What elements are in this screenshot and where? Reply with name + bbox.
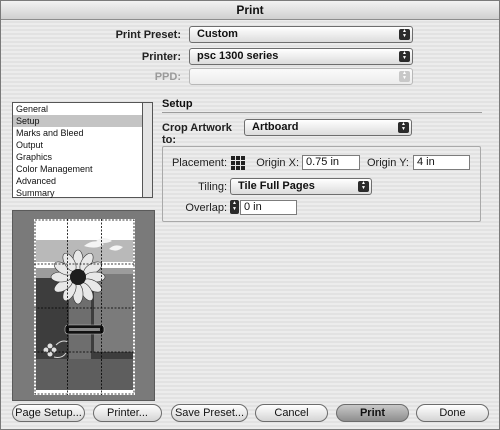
origin-x-label: Origin X: [256,157,299,169]
origin-x-field[interactable]: 0.75 in [302,155,360,170]
popup-arrows-icon: ▲ ▼ [399,29,410,40]
crop-artwork-value: Artboard [252,121,299,133]
save-preset-button[interactable]: Save Preset... [171,404,248,422]
printer-popup[interactable]: psc 1300 series ▲ ▼ [189,48,413,65]
setup-section-title: Setup [162,98,193,110]
placement-label: Placement: [171,157,227,169]
print-preset-label: Print Preset: [115,29,181,41]
cancel-button[interactable]: Cancel [255,404,328,422]
popup-arrows-icon: ▲ ▼ [398,122,409,133]
preview-artwork [34,219,135,395]
tiling-value: Tile Full Pages [238,180,315,192]
category-item-advanced[interactable]: Advanced [13,175,142,187]
origin-y-label: Origin Y: [367,157,409,169]
category-item-general[interactable]: General [13,103,142,115]
crop-artwork-label: Crop Artwork to: [162,122,232,146]
section-divider [162,112,482,113]
print-dialog: Print Print Preset: Custom ▲ ▼ Printer: p… [0,0,500,430]
print-preset-value: Custom [197,28,238,40]
category-item-output[interactable]: Output [13,139,142,151]
overlap-label: Overlap: [185,202,227,214]
popup-arrows-icon: ▲ ▼ [399,71,410,82]
window-title: Print [1,1,499,20]
overlap-field[interactable]: 0 in [240,200,297,215]
print-button[interactable]: Print [336,404,409,422]
popup-arrows-icon: ▲ ▼ [358,181,369,192]
category-item-graphics[interactable]: Graphics [13,151,142,163]
category-item-setup[interactable]: Setup [13,115,142,127]
category-item-color-management[interactable]: Color Management [13,163,142,175]
category-list: General Setup Marks and Bleed Output Gra… [12,102,143,198]
overlap-stepper-icon[interactable]: ▲ ▼ [230,200,239,214]
print-preset-popup[interactable]: Custom ▲ ▼ [189,26,413,43]
ppd-label: PPD: [154,71,181,83]
placement-grid-icon[interactable] [231,156,245,170]
popup-arrows-icon: ▲ ▼ [399,51,410,62]
origin-y-field[interactable]: 4 in [413,155,470,170]
tiling-popup[interactable]: Tile Full Pages ▲ ▼ [230,178,372,195]
category-item-marks-and-bleed[interactable]: Marks and Bleed [13,127,142,139]
page-setup-button[interactable]: Page Setup... [12,404,85,422]
done-button[interactable]: Done [416,404,489,422]
printer-button[interactable]: Printer... [93,404,162,422]
category-item-summary[interactable]: Summary [13,187,142,199]
ppd-popup: ▲ ▼ [189,68,413,85]
preview-page [34,219,135,395]
category-list-scrollbar[interactable] [143,102,153,198]
print-preview[interactable] [12,210,155,401]
crop-artwork-popup[interactable]: Artboard ▲ ▼ [244,119,412,136]
printer-value: psc 1300 series [197,50,279,62]
tiling-label: Tiling: [198,181,227,193]
printer-label: Printer: [141,51,181,63]
